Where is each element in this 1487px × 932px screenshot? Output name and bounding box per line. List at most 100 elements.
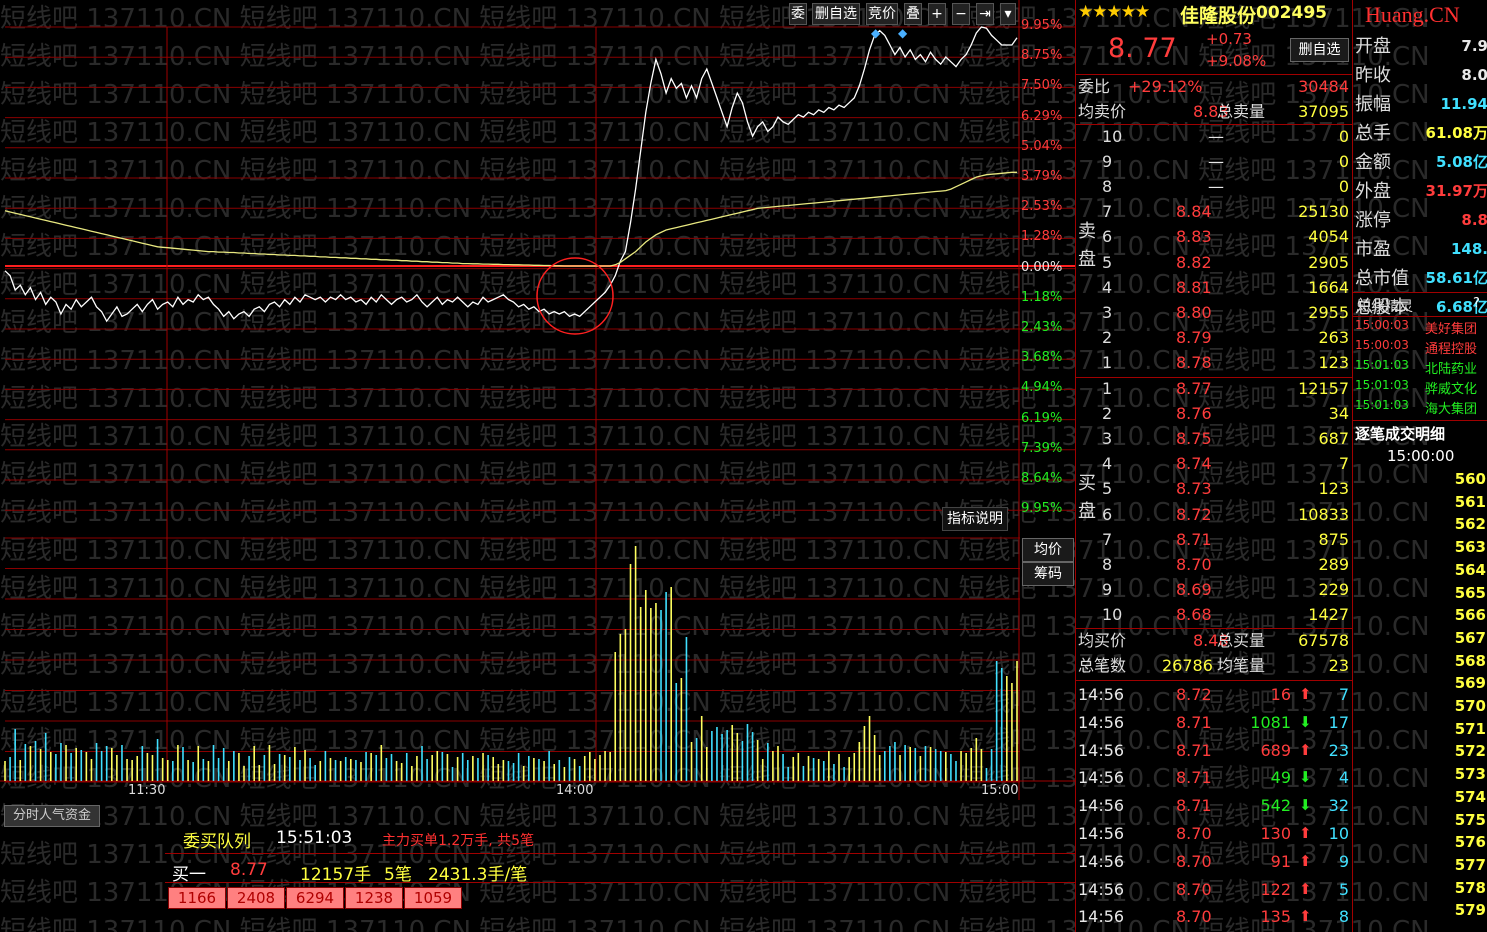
spirit-stock[interactable]: 美好集团 [1425, 318, 1477, 337]
queue-order[interactable]: 1166 [168, 887, 226, 909]
pct-label: 1.28% [1021, 229, 1063, 245]
ask-price[interactable]: 8.84 [1176, 199, 1212, 224]
pct-label: 2.53% [1021, 199, 1063, 215]
bid-price[interactable]: 8.72 [1176, 502, 1212, 527]
trade-time: 14:56 [1078, 685, 1125, 704]
bid-price[interactable]: 8.75 [1176, 426, 1212, 451]
avg-price-button[interactable]: 均价 [1022, 538, 1074, 562]
ask-level: 6 [1102, 227, 1113, 247]
trade-time: 14:56 [1078, 851, 1125, 871]
pct-label: 3.68% [1021, 350, 1063, 366]
spirit-time: 15:01:03 [1355, 378, 1409, 392]
bid-price[interactable]: 8.73 [1176, 476, 1212, 501]
trade-time: 14:56 [1078, 824, 1125, 843]
tick-id: 567 [1454, 628, 1486, 647]
trade-price: 8.71 [1176, 796, 1212, 816]
stat-label: 总市值 [1355, 268, 1409, 289]
tick-id: 573 [1454, 765, 1486, 784]
tick-id: 576 [1454, 833, 1486, 852]
bid-level: 2 [1102, 404, 1113, 424]
stat-label: 昨收 [1355, 65, 1391, 86]
spirit-time: 15:01:03 [1355, 358, 1409, 372]
toolbar-button-3[interactable]: 叠 [904, 3, 922, 25]
delete-favorite-button[interactable]: 删自选 [1290, 38, 1349, 62]
ask-price[interactable]: — [1208, 124, 1224, 149]
trade-time: 14:56 [1078, 768, 1125, 788]
ask-price[interactable]: 8.81 [1176, 275, 1212, 300]
stat-value: 5.08亿 [1435, 153, 1487, 171]
ask-price[interactable]: 8.83 [1176, 224, 1212, 249]
bid-price[interactable]: 8.76 [1176, 401, 1212, 426]
toolbar-button-1[interactable]: 删自选 [812, 3, 860, 25]
bid-price[interactable]: 8.77 [1176, 376, 1212, 401]
bid-price[interactable]: 8.74 [1176, 451, 1212, 476]
ask-volume: 0 [1338, 127, 1349, 146]
pct-label: 6.29% [1021, 108, 1063, 124]
chip-button[interactable]: 筹码 [1022, 562, 1074, 586]
help-button[interactable]: ? [1473, 296, 1480, 311]
bid-volume: 289 [1318, 554, 1349, 574]
toolbar-button-7[interactable]: ▾ [1000, 3, 1016, 25]
pct-label: 6.19% [1021, 410, 1063, 426]
stat-label: 金额 [1355, 152, 1391, 173]
bid-level: 4 [1102, 454, 1113, 474]
bid-price[interactable]: 8.71 [1176, 527, 1212, 552]
spirit-stock[interactable]: 通程控股 [1425, 338, 1477, 357]
toolbar-button-6[interactable]: ⇥ [976, 3, 994, 25]
intraday-chart[interactable] [0, 0, 1075, 800]
trade-price: 8.70 [1176, 907, 1212, 927]
stat-label: 涨停 [1355, 210, 1391, 231]
spirit-stock[interactable]: 北陆药业 [1425, 358, 1477, 377]
toolbar-button-0[interactable]: 委 [789, 3, 807, 25]
queue-title: 委买队列 [183, 832, 251, 852]
ask-volume: 4054 [1308, 227, 1349, 247]
pct-label: 9.95% [1021, 18, 1063, 33]
spirit-stock[interactable]: 海大集团 [1425, 398, 1477, 417]
ask-level: 8 [1102, 177, 1113, 197]
ask-price[interactable]: 8.80 [1176, 300, 1212, 325]
trade-price: 8.70 [1176, 824, 1212, 843]
tick-id: 566 [1454, 606, 1486, 625]
ask-price[interactable]: — [1208, 149, 1224, 174]
bid-level: 9 [1102, 579, 1113, 599]
queue-order[interactable]: 1059 [404, 887, 462, 909]
ask-volume: 0 [1338, 177, 1349, 197]
diamond-marker: ◆ [898, 26, 908, 40]
indicator-info-link[interactable]: 指标说明 [942, 507, 1008, 531]
ask-level: 4 [1102, 277, 1113, 297]
tick-id: 560 [1454, 470, 1486, 488]
queue-order[interactable]: 1238 [345, 887, 403, 909]
queue-order[interactable]: 2408 [227, 887, 285, 909]
trade-price: 8.72 [1176, 685, 1212, 704]
bid-price[interactable]: 8.68 [1176, 602, 1212, 627]
spirit-stock[interactable]: 骅威文化 [1425, 378, 1477, 397]
bid-price[interactable]: 8.70 [1176, 552, 1212, 577]
toolbar-button-4[interactable]: + [928, 3, 946, 25]
pct-label: 3.79% [1021, 169, 1063, 184]
ask-price[interactable]: 8.79 [1176, 325, 1212, 350]
fund-flow-tab[interactable]: 分时人气资金 [4, 805, 101, 827]
queue-divider [165, 882, 1075, 883]
current-price: 8. 77 [1108, 33, 1177, 64]
tick-id: 562 [1454, 515, 1486, 534]
divider [1076, 680, 1353, 681]
bid-volume: 875 [1318, 529, 1349, 549]
stat-value: 58.61亿 [1425, 269, 1487, 287]
ask-price[interactable]: 8.78 [1176, 350, 1212, 375]
ask-price[interactable]: 8.82 [1176, 250, 1212, 275]
tick-detail-title[interactable]: 逐笔成交明细 [1355, 423, 1445, 444]
trade-count: 8 [1338, 907, 1349, 927]
time-tick: 15:00 [981, 783, 1019, 798]
ask-price[interactable]: — [1208, 174, 1224, 199]
bid-level: 10 [1102, 604, 1123, 624]
stat-label: 开盘 [1355, 36, 1391, 57]
toolbar-button-5[interactable]: − [952, 3, 970, 25]
bid-price[interactable]: 8.69 [1176, 577, 1212, 602]
toolbar-button-2[interactable]: 竞价 [866, 3, 898, 25]
queue-order[interactable]: 6294 [286, 887, 344, 909]
ask-level: 2 [1102, 327, 1113, 347]
stat-value: 7.9 [1461, 37, 1487, 55]
spirit-time: 15:01:03 [1355, 398, 1409, 412]
ask-volume: 25130 [1298, 202, 1349, 222]
divider [1353, 420, 1487, 421]
